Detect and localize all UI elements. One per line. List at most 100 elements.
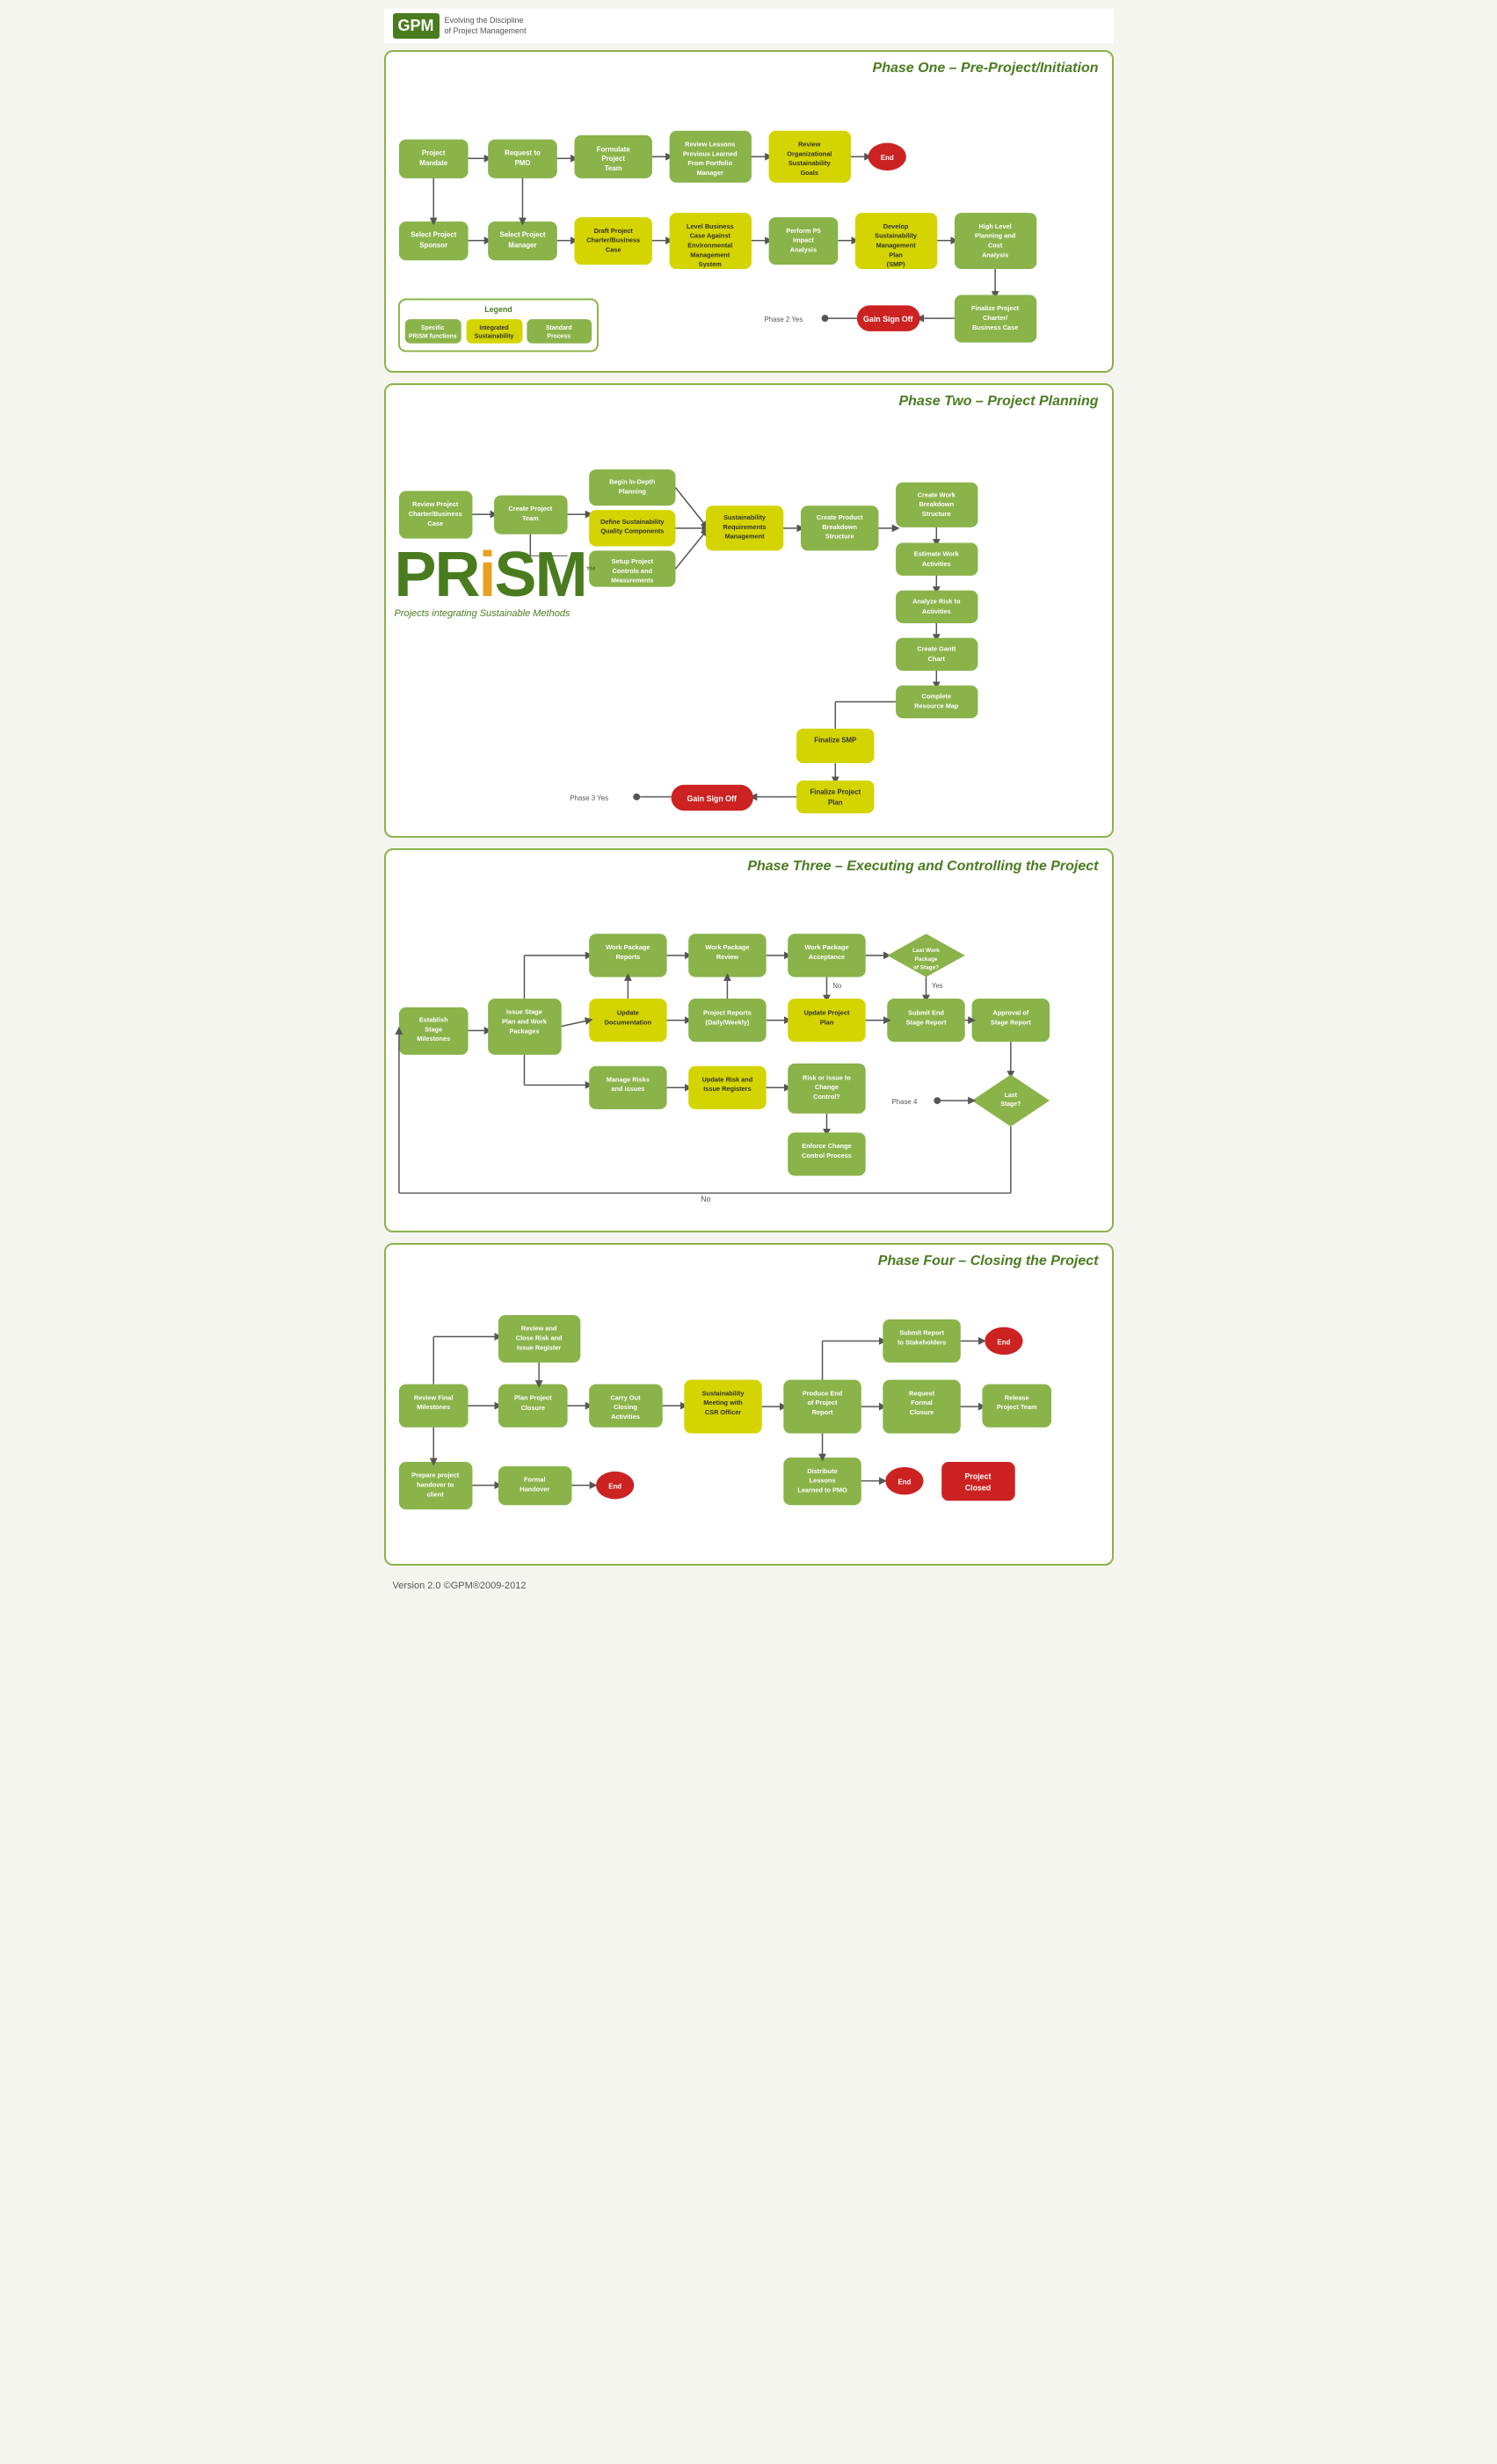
svg-text:System: System — [698, 260, 722, 268]
page: GPM Evolving the Discipline of Project M… — [375, 0, 1123, 1604]
svg-text:(SMP): (SMP) — [886, 260, 905, 268]
svg-text:Formulate: Formulate — [596, 145, 630, 153]
phase4-title: Phase Four – Closing the Project — [395, 1254, 1103, 1269]
svg-text:Plan: Plan — [827, 798, 842, 806]
svg-text:Phase 2 Yes: Phase 2 Yes — [764, 316, 803, 323]
svg-text:Issue Register: Issue Register — [516, 1343, 560, 1351]
svg-text:Documentation: Documentation — [604, 1019, 651, 1027]
svg-text:handover to: handover to — [417, 1481, 454, 1489]
svg-text:Risk or Issue to: Risk or Issue to — [803, 1073, 851, 1081]
svg-text:Milestones: Milestones — [417, 1035, 450, 1043]
svg-text:Environmental: Environmental — [687, 241, 732, 249]
phase1-section: Phase One – Pre-Project/Initiation Proje… — [384, 50, 1114, 373]
svg-text:Case Against: Case Against — [689, 232, 730, 240]
svg-text:Management: Management — [690, 251, 730, 258]
svg-text:Reports: Reports — [615, 953, 640, 961]
svg-text:of Stage?: of Stage? — [912, 965, 938, 971]
svg-text:Carry Out: Carry Out — [610, 1393, 640, 1401]
svg-text:End: End — [880, 154, 893, 162]
svg-text:Request to: Request to — [505, 149, 541, 156]
svg-text:Business Case: Business Case — [971, 323, 1017, 331]
svg-text:Create Gantt: Create Gantt — [917, 644, 956, 652]
svg-text:of Project: of Project — [807, 1399, 837, 1406]
svg-text:Perform P5: Perform P5 — [786, 227, 820, 235]
svg-text:Closure: Closure — [909, 1408, 933, 1416]
svg-text:Project Team: Project Team — [996, 1403, 1036, 1411]
svg-text:to Stakeholders: to Stakeholders — [897, 1338, 945, 1346]
svg-text:Finalize Project: Finalize Project — [971, 304, 1020, 312]
svg-text:End: End — [608, 1483, 621, 1491]
svg-text:Learned to PMO: Learned to PMO — [797, 1486, 847, 1494]
svg-text:Planning: Planning — [618, 488, 645, 496]
svg-text:Closing: Closing — [613, 1403, 636, 1411]
svg-text:Manager: Manager — [696, 169, 723, 177]
svg-text:Lessons: Lessons — [809, 1477, 835, 1485]
svg-text:Create Project: Create Project — [508, 505, 552, 512]
svg-text:Setup Project: Setup Project — [611, 557, 653, 565]
logo-box: GPM Evolving the Discipline of Project M… — [393, 13, 527, 39]
svg-text:Establish: Establish — [418, 1016, 447, 1024]
svg-text:Meeting with: Meeting with — [703, 1399, 743, 1406]
svg-text:Issue Stage: Issue Stage — [505, 1008, 541, 1016]
phase4-section: Phase Four – Closing the Project Review … — [384, 1243, 1114, 1566]
svg-text:Process: Process — [547, 334, 570, 340]
svg-text:Stage Report: Stage Report — [990, 1019, 1030, 1027]
svg-text:Charter/Business: Charter/Business — [586, 236, 640, 244]
svg-text:Review Final: Review Final — [413, 1393, 453, 1401]
svg-text:Prepare project: Prepare project — [411, 1472, 460, 1479]
svg-text:Stage Report: Stage Report — [905, 1019, 946, 1027]
svg-text:Cost: Cost — [987, 241, 1002, 249]
svg-text:Develop: Develop — [883, 222, 908, 230]
svg-text:Impact: Impact — [793, 236, 814, 244]
svg-text:No: No — [832, 982, 842, 990]
svg-text:Produce End: Produce End — [802, 1389, 842, 1397]
svg-text:Create Product: Create Product — [816, 513, 862, 521]
svg-text:Create Work: Create Work — [917, 491, 956, 498]
phase3-diagram: Establish Stage Milestones Issue Stage P… — [395, 883, 1103, 1217]
svg-text:Finalize SMP: Finalize SMP — [814, 737, 856, 745]
svg-text:Legend: Legend — [484, 305, 512, 314]
gpm-logo: GPM — [393, 13, 440, 39]
svg-text:Select Project: Select Project — [411, 231, 456, 239]
svg-text:End: End — [997, 1338, 1010, 1346]
logo-tagline: Evolving the Discipline of Project Manag… — [445, 16, 527, 36]
svg-text:Formal: Formal — [523, 1476, 545, 1484]
svg-text:Structure: Structure — [825, 533, 854, 541]
phase3-section: Phase Three – Executing and Controlling … — [384, 848, 1114, 1232]
svg-text:Stage: Stage — [425, 1025, 442, 1033]
svg-text:Plan: Plan — [819, 1019, 833, 1027]
svg-text:Organizational: Organizational — [787, 149, 832, 157]
svg-text:Enforce Change: Enforce Change — [802, 1142, 851, 1150]
svg-text:Manage Risks: Manage Risks — [606, 1075, 649, 1083]
svg-text:Team: Team — [521, 514, 538, 522]
svg-text:Begin In-Depth: Begin In-Depth — [609, 478, 656, 486]
svg-text:Breakdown: Breakdown — [919, 500, 954, 508]
svg-text:Controls and: Controls and — [612, 567, 652, 575]
svg-text:Level Business: Level Business — [686, 222, 733, 230]
svg-text:Management: Management — [724, 533, 765, 541]
svg-text:Analyze Risk to: Analyze Risk to — [912, 597, 961, 605]
svg-text:Estimate Work: Estimate Work — [913, 549, 959, 557]
svg-text:Analysis: Analysis — [789, 245, 816, 253]
svg-text:Charter/Business: Charter/Business — [408, 510, 461, 518]
svg-text:End: End — [897, 1479, 911, 1486]
svg-text:Plan Project: Plan Project — [513, 1393, 551, 1401]
svg-text:Approval of: Approval of — [992, 1009, 1028, 1017]
svg-text:Control?: Control? — [813, 1093, 840, 1101]
svg-text:Review: Review — [716, 953, 738, 961]
svg-text:Submit Report: Submit Report — [899, 1329, 944, 1337]
svg-text:High Level: High Level — [978, 222, 1011, 230]
svg-text:Project Reports: Project Reports — [703, 1009, 752, 1017]
svg-text:and Issues: and Issues — [611, 1085, 644, 1093]
svg-text:Change: Change — [814, 1083, 838, 1091]
svg-text:(Daily/Weekly): (Daily/Weekly) — [705, 1019, 749, 1027]
svg-text:Project: Project — [964, 1472, 991, 1481]
svg-text:Work Package: Work Package — [705, 943, 749, 951]
svg-text:Distribute: Distribute — [807, 1467, 837, 1475]
svg-text:Measurements: Measurements — [611, 578, 653, 585]
svg-text:Resource Map: Resource Map — [914, 701, 959, 709]
svg-text:Review and: Review and — [520, 1325, 556, 1333]
svg-text:Standard: Standard — [545, 325, 571, 331]
prism-tagline: Projects integrating Sustainable Methods — [395, 608, 595, 619]
svg-text:Last Work: Last Work — [912, 948, 940, 954]
